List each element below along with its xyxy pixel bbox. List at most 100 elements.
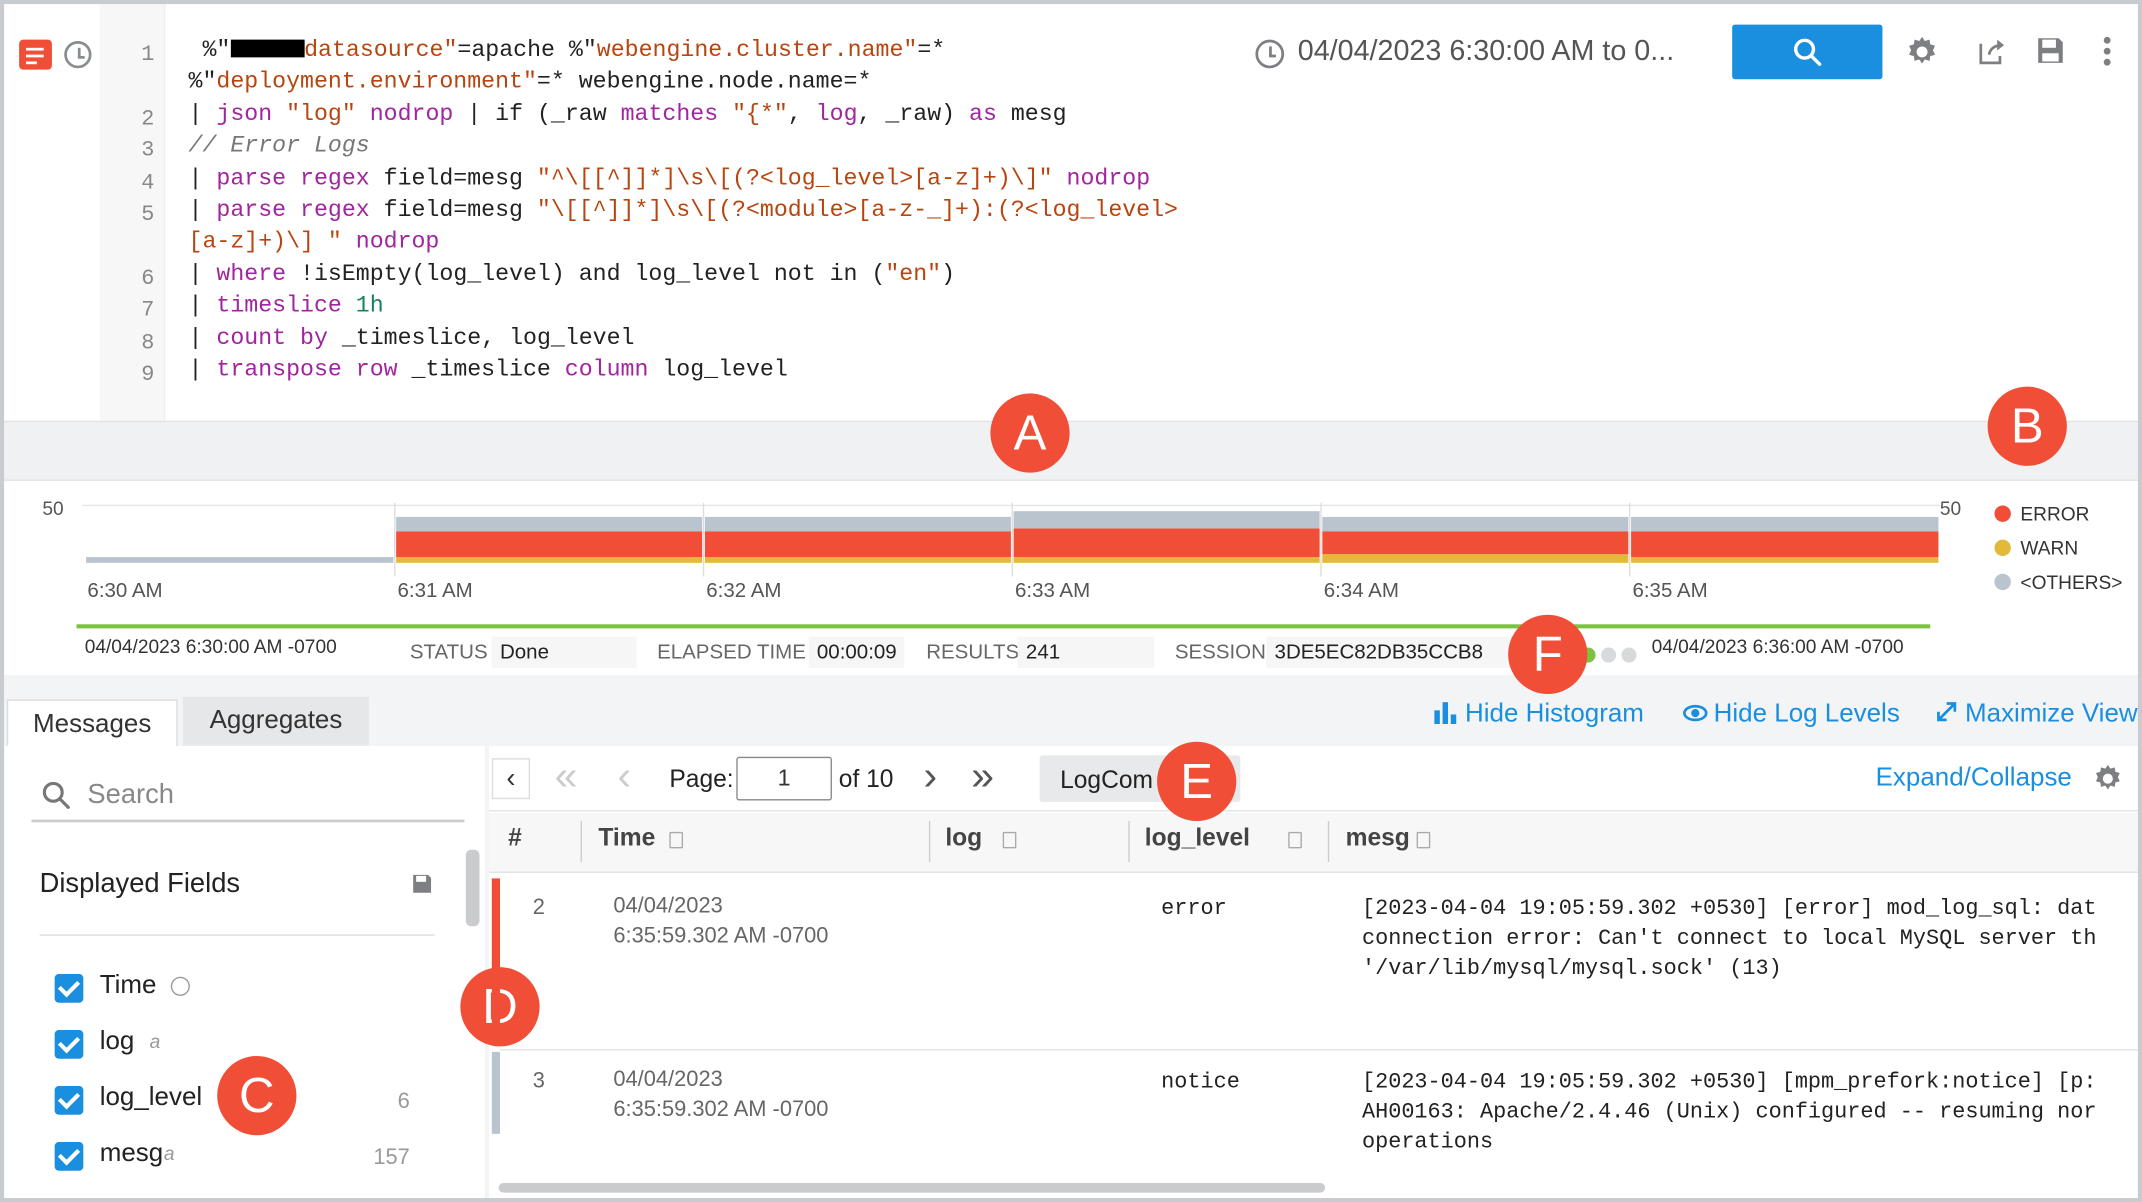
column-header[interactable]: log_level — [1145, 824, 1250, 853]
search-button[interactable] — [1732, 24, 1883, 80]
row-message[interactable]: [2023-04-04 19:05:59.302 +0530] [error] … — [1362, 893, 2120, 983]
collapse-sidebar-button[interactable]: ‹ — [491, 758, 531, 800]
code-token: field=mesg — [369, 198, 537, 225]
code-token: matches — [620, 102, 719, 129]
field-name[interactable]: log — [100, 1027, 135, 1057]
histogram-bar-error[interactable] — [1322, 531, 1629, 555]
field-name[interactable]: mesg — [100, 1139, 163, 1169]
code-token: | — [188, 166, 217, 193]
save-fields-icon[interactable] — [411, 873, 433, 895]
tab-aggregates[interactable]: Aggregates — [183, 696, 369, 746]
prev-page-icon[interactable]: ‹ — [617, 754, 631, 800]
query-line[interactable]: | where !isEmpty(log_level) and log_leve… — [189, 262, 956, 288]
row-log-level[interactable]: notice — [1161, 1067, 1240, 1097]
query-line[interactable]: | transpose row _timeslice column log_le… — [189, 358, 788, 384]
row-log-level[interactable]: error — [1161, 893, 1227, 923]
histogram-bar-error[interactable] — [1013, 528, 1320, 558]
histogram-bar-others[interactable] — [1631, 516, 1939, 532]
histogram-bar-others[interactable] — [1013, 511, 1320, 529]
column-header[interactable]: # — [508, 824, 522, 853]
row-message[interactable]: [2023-04-04 19:05:59.302 +0530] [mpm_pre… — [1362, 1067, 2120, 1157]
field-checkbox[interactable] — [54, 974, 84, 1003]
copy-icon[interactable] — [1002, 831, 1016, 849]
query-line[interactable]: | count by _timeslice, log_level — [189, 326, 635, 352]
copy-icon[interactable] — [1287, 831, 1302, 849]
hide-log-levels-link[interactable]: Hide Log Levels — [1682, 699, 1900, 729]
column-header[interactable]: Time — [598, 824, 655, 853]
tab-messages[interactable]: Messages — [6, 699, 178, 749]
save-icon[interactable] — [2035, 36, 2065, 66]
column-separator[interactable] — [1128, 821, 1130, 862]
status-value: Done — [491, 636, 637, 669]
hide-histogram-label: Hide Histogram — [1465, 699, 1644, 729]
query-line[interactable]: %"deployment.environment"=* webengine.no… — [189, 70, 872, 96]
query-line[interactable]: | timeslice 1h — [189, 294, 384, 320]
histogram-bar-others[interactable] — [704, 516, 1011, 532]
page-input[interactable]: 1 — [736, 756, 832, 801]
query-line[interactable]: | json "log" nodrop | if (_raw matches "… — [189, 102, 1067, 128]
histogram-bar-warn[interactable] — [1322, 554, 1629, 563]
last-page-icon[interactable]: » — [971, 754, 994, 800]
query-line[interactable]: %" datasource"=apache %"webengine.cluster… — [189, 38, 945, 64]
line-number: 4 — [141, 170, 155, 196]
legend-label: <OTHERS> — [2020, 571, 2123, 593]
table-horizontal-scrollbar[interactable] — [498, 1183, 1326, 1193]
expand-collapse-link[interactable]: Expand/Collapse — [1876, 764, 2072, 794]
timeline-bar — [76, 624, 1931, 629]
histogram-bar-error[interactable] — [1631, 531, 1939, 558]
code-token: mesg — [996, 102, 1067, 129]
redacted-text — [230, 39, 305, 58]
column-separator[interactable] — [1327, 821, 1330, 862]
field-checkbox[interactable] — [54, 1086, 84, 1115]
log-search-icon[interactable] — [19, 39, 52, 70]
line-number: 5 — [141, 202, 155, 227]
histogram-bar-others[interactable] — [1322, 516, 1629, 532]
histogram-bar-warn[interactable] — [704, 557, 1011, 563]
next-page-icon[interactable]: › — [923, 754, 937, 800]
history-icon[interactable] — [64, 40, 92, 69]
query-line[interactable]: | parse regex field=mesg "^\[[^]]*]\s\[(… — [189, 167, 1151, 193]
maximize-view-link[interactable]: Maximize View — [1934, 699, 2138, 729]
table-settings-icon[interactable] — [2093, 764, 2123, 794]
callout-c: C — [217, 1055, 297, 1136]
column-header[interactable]: log — [945, 824, 982, 853]
histogram-bar-warn[interactable] — [1013, 557, 1320, 563]
column-header[interactable]: mesg — [1346, 824, 1410, 853]
code-token: !isEmpty(log_level) and log_level not in… — [286, 262, 886, 289]
copy-icon[interactable] — [1416, 831, 1431, 849]
copy-icon[interactable] — [669, 831, 684, 849]
histogram-bar-others[interactable] — [86, 557, 394, 563]
hide-histogram-link[interactable]: Hide Histogram — [1434, 699, 1644, 729]
histogram-bar-warn[interactable] — [1631, 557, 1939, 563]
field-name[interactable]: Time — [100, 971, 157, 1001]
query-line[interactable]: | parse regex field=mesg "\[[^]]*]\s\[(?… — [189, 198, 1178, 224]
share-icon[interactable] — [1975, 36, 2008, 69]
histogram-bar-others[interactable] — [396, 516, 703, 532]
field-checkbox[interactable] — [54, 1142, 84, 1171]
code-token: json — [216, 102, 273, 129]
code-token: parse regex — [216, 198, 370, 225]
range-start: 04/04/2023 6:30:00 AM -0700 — [84, 635, 337, 658]
column-separator[interactable] — [928, 821, 931, 862]
gear-icon[interactable] — [1906, 36, 1939, 69]
first-page-icon[interactable]: « — [555, 754, 578, 800]
more-icon[interactable] — [2103, 36, 2112, 67]
query-line[interactable]: [a-z]+)\] " nodrop — [189, 229, 440, 255]
code-token: | — [188, 293, 217, 320]
maximize-view-label: Maximize View — [1965, 699, 2138, 729]
status-label: STATUS — [409, 640, 488, 664]
field-type: a — [149, 1030, 161, 1052]
fields-scrollbar[interactable] — [465, 849, 480, 927]
code-token: | — [188, 198, 217, 225]
histogram-bar-error[interactable] — [704, 531, 1011, 558]
query-line[interactable]: // Error Logs — [189, 134, 370, 160]
time-range-picker[interactable]: 04/04/2023 6:30:00 AM to 0... — [1298, 36, 1674, 69]
field-name[interactable]: log_level — [100, 1083, 202, 1113]
column-separator[interactable] — [580, 821, 582, 862]
field-search[interactable]: Search — [31, 768, 465, 823]
editor-divider[interactable] — [4, 420, 2138, 481]
histogram-bar-warn[interactable] — [396, 557, 703, 563]
histogram-bar-error[interactable] — [396, 531, 703, 558]
field-checkbox[interactable] — [54, 1030, 84, 1059]
